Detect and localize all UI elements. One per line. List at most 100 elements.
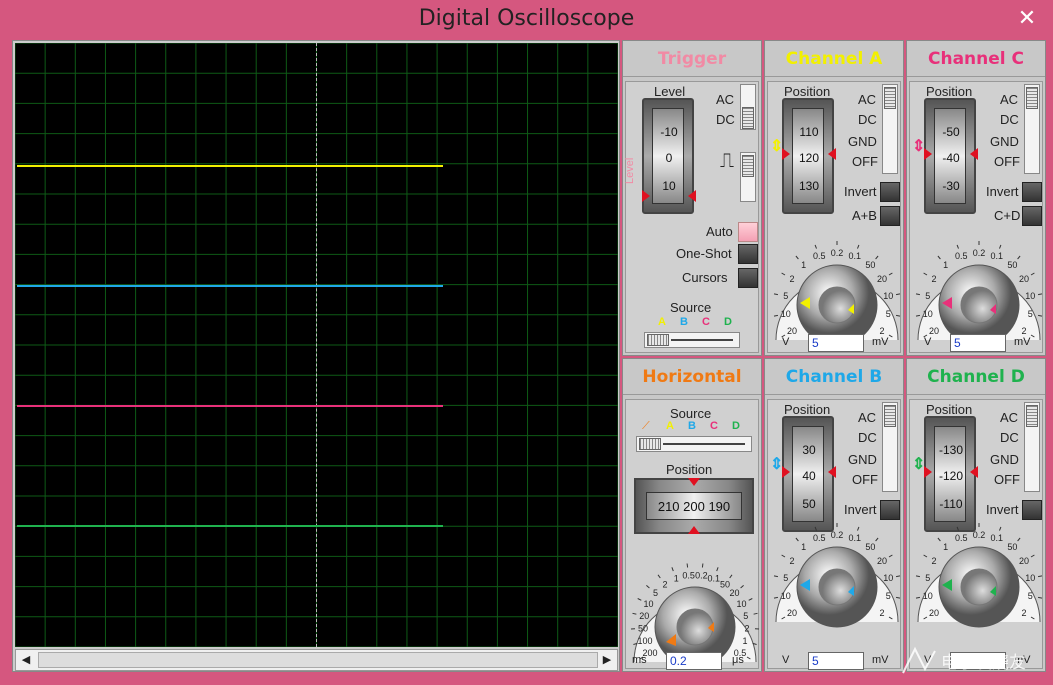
channel-a-position-label: Position [784, 84, 831, 99]
switch-grip [884, 405, 896, 427]
svg-text:0.1: 0.1 [849, 251, 862, 261]
switch-grip [1026, 405, 1038, 427]
scope-display[interactable] [15, 43, 618, 647]
trigger-source-slider[interactable] [644, 332, 740, 348]
channel-c-volts-knob[interactable]: 20105210.5 0.2 0.150201052 [912, 220, 1046, 350]
svg-text:5: 5 [653, 588, 658, 598]
channel-b-volts-field[interactable]: 5 [808, 652, 864, 670]
channel-d-title: Channel D [907, 359, 1045, 395]
cursors-button[interactable] [738, 268, 758, 288]
channel-d-mode-dc: DC [1000, 430, 1019, 445]
channel-b-position-label: Position [784, 402, 831, 417]
channel-a-coupling-switch[interactable] [882, 84, 898, 174]
svg-text:10: 10 [736, 599, 746, 609]
switch-grip [742, 155, 754, 177]
scroll-thumb[interactable] [38, 652, 598, 668]
svg-text:5: 5 [1028, 591, 1033, 601]
svg-text:0.2: 0.2 [831, 530, 844, 540]
title-bar: Digital Oscilloscope ✕ [0, 0, 1053, 38]
svg-text:0.1: 0.1 [708, 574, 721, 584]
svg-text:20: 20 [877, 274, 887, 284]
channel-a-unit-left: V [782, 336, 790, 348]
trace-channel-c [17, 405, 443, 407]
trigger-coupling-switch[interactable] [740, 84, 756, 130]
timebase-value-field[interactable]: 0.2 [666, 652, 722, 670]
svg-text:0.1: 0.1 [849, 533, 862, 543]
channel-b-volts-knob[interactable]: 20105210.5 0.2 0.150201052 [770, 502, 904, 632]
source-b: B [680, 316, 688, 328]
svg-text:2: 2 [879, 608, 884, 618]
svg-text:0.2: 0.2 [831, 248, 844, 258]
switch-grip [742, 107, 754, 129]
channel-a-volts-knob[interactable]: 20105210.5 0.2 0.150201052 [770, 220, 904, 350]
channel-c-volts-field[interactable]: 5 [950, 334, 1006, 352]
channel-d-coupling-switch[interactable] [1024, 402, 1040, 492]
drum-face: -10 0 10 [652, 108, 684, 204]
svg-text:2: 2 [662, 580, 667, 590]
svg-text:10: 10 [923, 309, 933, 319]
svg-text:100: 100 [637, 636, 652, 646]
position-pointer-right-icon [970, 148, 978, 160]
drum-value: 120 [798, 151, 820, 165]
channel-d-panel: Channel D Position -130 -120 -110 ⇕ AC D… [906, 358, 1046, 672]
channel-a-volts-field[interactable]: 5 [808, 334, 864, 352]
hdrum-values: 210 200 190 [646, 492, 742, 520]
horizontal-source-slider[interactable] [636, 436, 752, 452]
svg-text:20: 20 [787, 608, 797, 618]
slider-rail [671, 339, 733, 341]
auto-button[interactable] [738, 222, 758, 242]
channel-b-inner: Position 30 40 50 ⇕ AC DC GND OFF Invert [767, 399, 904, 670]
svg-text:5: 5 [783, 573, 788, 583]
edge-icon: ⟋ [642, 420, 650, 432]
channel-a-invert-button[interactable] [880, 182, 900, 202]
position-pointer-left-icon [782, 148, 790, 160]
svg-text:2: 2 [744, 624, 749, 634]
horizontal-panel: Horizontal Source ⟋ A B C D Position 210… [622, 358, 762, 672]
svg-text:50: 50 [1007, 260, 1017, 270]
channel-c-mode-gnd: GND [990, 134, 1019, 149]
slider-grip [639, 438, 661, 450]
channel-b-mode-ac: AC [858, 410, 877, 425]
channel-d-volts-knob[interactable]: 20105210.5 0.2 0.150201052 [912, 502, 1046, 632]
source-c: C [702, 316, 710, 328]
channel-b-unit-left: V [782, 654, 790, 666]
channel-b-unit-right: mV [872, 654, 889, 666]
switch-grip [1026, 87, 1038, 109]
drum-value: 110 [799, 125, 819, 139]
channel-c-coupling-switch[interactable] [1024, 84, 1040, 174]
svg-text:1: 1 [674, 574, 679, 584]
channel-c-invert-label: Invert [986, 184, 1019, 199]
horizontal-unit-right: μs [732, 654, 744, 666]
trigger-dc-label: DC [716, 112, 735, 127]
drum-value: -50 [942, 125, 960, 139]
svg-text:50: 50 [1007, 542, 1017, 552]
horizontal-scrollbar[interactable]: ◀ ▶ [15, 649, 618, 671]
scroll-left-icon[interactable]: ◀ [18, 652, 34, 668]
svg-text:20: 20 [639, 611, 649, 621]
svg-text:50: 50 [638, 624, 648, 634]
hsource-a: A [666, 420, 674, 432]
trigger-inner: Level Level -10 0 10 AC DC ⎍ Auto One-Sh… [624, 81, 759, 353]
svg-text:2: 2 [789, 556, 794, 566]
svg-text:20: 20 [929, 326, 939, 336]
svg-text:10: 10 [643, 599, 653, 609]
trigger-source-label: Source [670, 300, 712, 315]
channel-b-coupling-switch[interactable] [882, 402, 898, 492]
trigger-edge-switch[interactable] [740, 152, 756, 202]
one-shot-button[interactable] [738, 244, 758, 264]
drum-value: -40 [942, 151, 960, 165]
svg-text:0.5: 0.5 [955, 533, 968, 543]
svg-text:0.2: 0.2 [695, 570, 708, 580]
svg-text:1: 1 [943, 260, 948, 270]
channel-a-panel: Channel A Position 110 120 130 ⇕ AC DC G… [764, 40, 904, 356]
time-cursor[interactable] [316, 43, 317, 647]
svg-text:0.5: 0.5 [813, 533, 826, 543]
svg-text:2: 2 [1021, 326, 1026, 336]
scroll-right-icon[interactable]: ▶ [599, 652, 615, 668]
channel-c-invert-button[interactable] [1022, 182, 1042, 202]
close-button[interactable]: ✕ [1009, 4, 1045, 32]
svg-text:10: 10 [781, 309, 791, 319]
svg-text:10: 10 [1025, 291, 1035, 301]
svg-text:0.5: 0.5 [955, 251, 968, 261]
channel-b-panel: Channel B Position 30 40 50 ⇕ AC DC GND … [764, 358, 904, 672]
